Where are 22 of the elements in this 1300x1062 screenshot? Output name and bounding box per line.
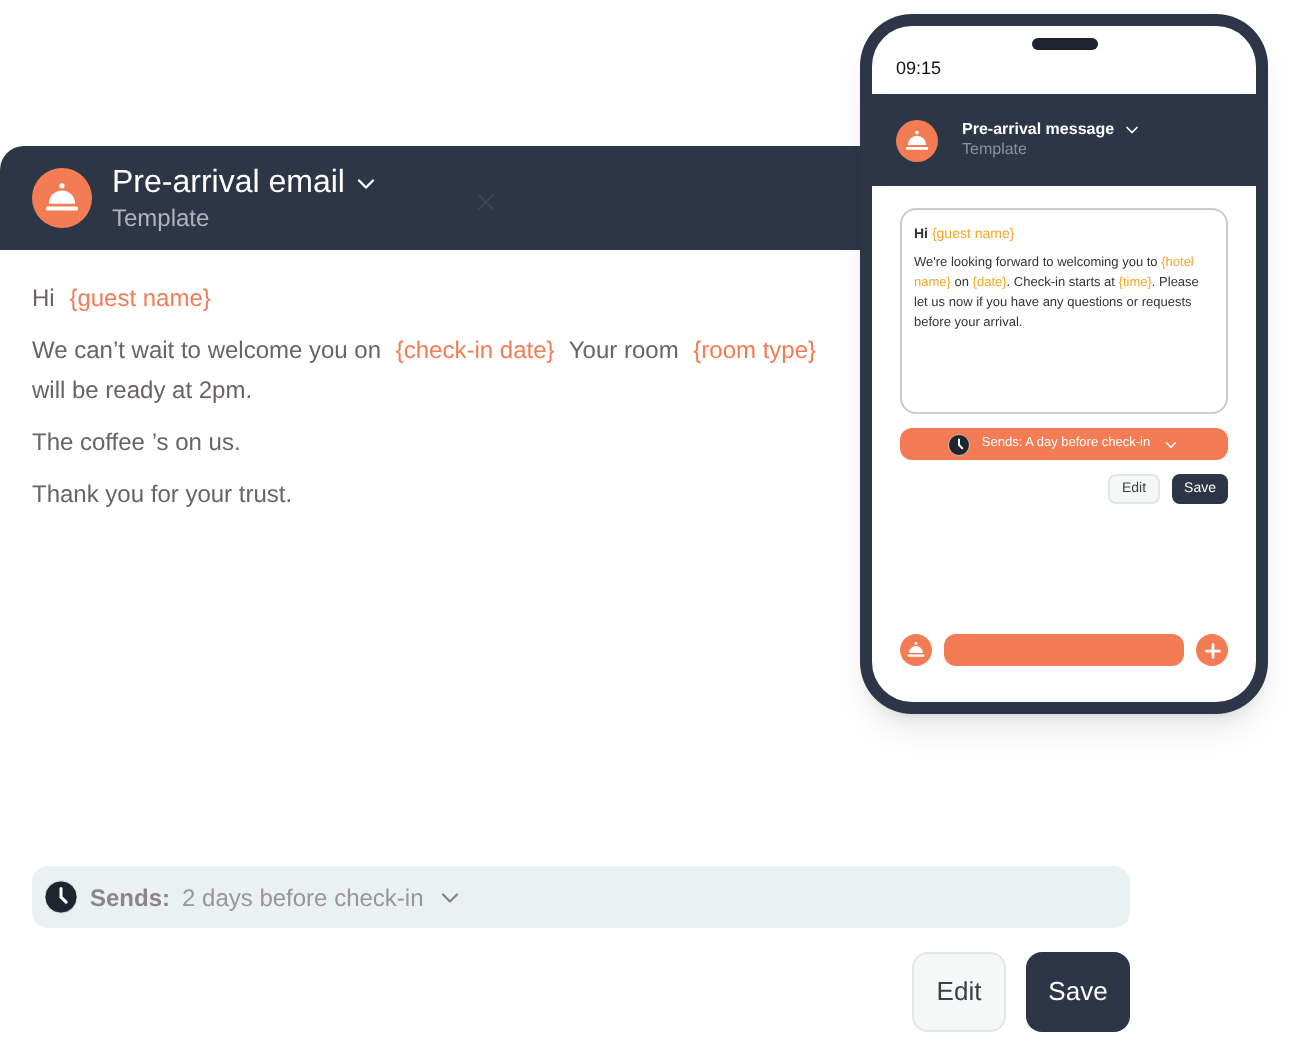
bell-icon xyxy=(896,119,938,161)
sends-label: Sends: xyxy=(90,881,171,915)
phone-subtitle: Template xyxy=(962,140,1029,160)
save-button[interactable]: Save xyxy=(1026,952,1130,1032)
bell-icon xyxy=(32,168,92,228)
message-text: The coffee ’s on us. xyxy=(32,426,243,460)
plus-icon xyxy=(1201,639,1223,661)
phone-notch xyxy=(1032,38,1098,50)
clock-icon xyxy=(44,880,78,914)
add-button[interactable] xyxy=(1196,634,1228,666)
email-title: Pre-arrival email xyxy=(112,163,345,203)
message-text: We can’t wait to welcome you on {check-in date} Your room {room type} will be ready at 2pm. xyxy=(32,334,819,408)
edit-button[interactable]: Edit xyxy=(912,952,1006,1032)
status-time: 09:15 xyxy=(896,55,942,81)
bell-icon xyxy=(900,634,932,666)
message-text: Thank you for your trust. xyxy=(32,478,295,512)
message-input[interactable] xyxy=(944,634,1184,666)
message-text: Hi {guest name} xyxy=(32,282,213,316)
clock-icon xyxy=(947,433,970,455)
sends-value: 2 days before check-in xyxy=(182,881,424,915)
phone-title: Pre-arrival message xyxy=(962,120,1115,140)
email-subtitle: Template xyxy=(112,203,212,233)
